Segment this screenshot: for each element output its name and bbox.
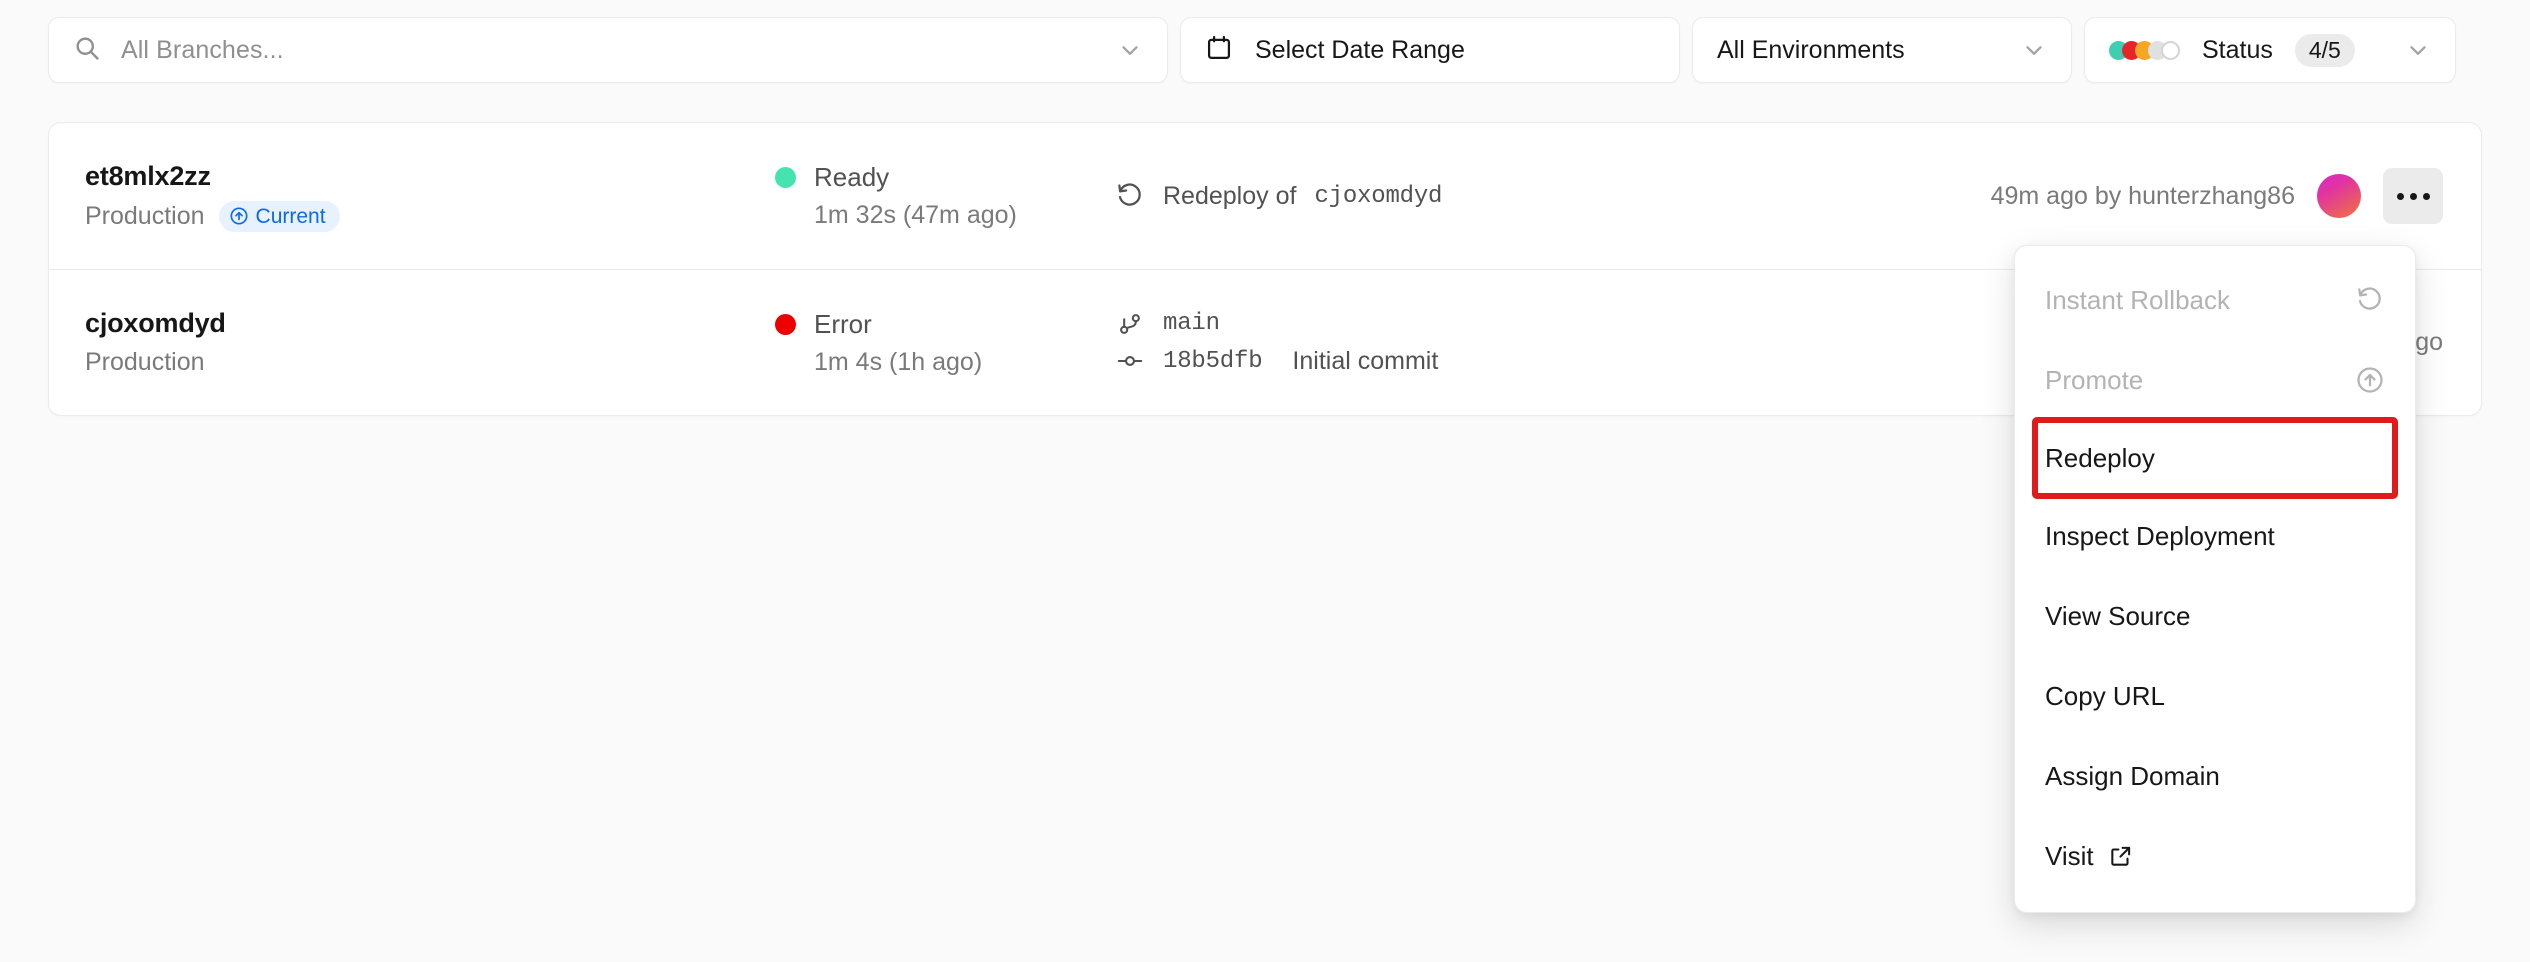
status-label: Status [2202,36,2273,65]
chevron-down-icon [2021,37,2047,63]
chevron-down-icon [1117,37,1143,63]
calendar-icon [1205,34,1233,67]
menu-item-inspect-deployment[interactable]: Inspect Deployment [2015,496,2415,576]
menu-item-copy-url-label: Copy URL [2045,681,2165,712]
deployment-environment: Production [85,348,205,377]
deployment-source: Redeploy of cjoxomdyd [1115,181,1991,211]
branches-filter-placeholder: All Branches... [121,36,284,65]
menu-item-inspect-deployment-label: Inspect Deployment [2045,521,2275,552]
git-commit-message: Initial commit [1292,347,1438,376]
menu-item-assign-domain-label: Assign Domain [2045,761,2220,792]
menu-item-promote: Promote [2015,340,2415,420]
menu-item-redeploy-label: Redeploy [2045,443,2155,474]
branches-filter-left: All Branches... [73,34,284,67]
menu-item-view-source-label: View Source [2045,601,2191,632]
deployment-subline: Production Current [85,201,775,232]
deployment-state: Error [775,309,1115,340]
deployment-name[interactable]: et8mlx2zz [85,161,775,192]
deployment-environment: Production [85,202,205,231]
filter-bar: All Branches... Select Date Range All En… [48,17,2456,83]
git-commit-hash: 18b5dfb [1163,348,1262,375]
deployment-name[interactable]: cjoxomdyd [85,308,775,339]
menu-item-copy-url[interactable]: Copy URL [2015,656,2415,736]
deployment-state: Ready [775,162,1115,193]
date-range-label: Select Date Range [1255,36,1465,65]
menu-item-visit-label: Visit [2045,841,2094,872]
menu-item-instant-rollback: Instant Rollback [2015,260,2415,340]
status-badge-label: Current [256,206,326,227]
environments-filter[interactable]: All Environments [1692,17,2072,83]
deployments-page: All Branches... Select Date Range All En… [0,0,2530,962]
status-filter[interactable]: Status 4/5 [2084,17,2456,83]
deployment-status: Ready 1m 32s (47m ago) [775,162,1115,230]
environments-label: All Environments [1717,36,1905,65]
status-dots-icon [2109,41,2180,60]
menu-item-view-source[interactable]: View Source [2015,576,2415,656]
menu-item-redeploy[interactable]: Redeploy [2035,420,2395,496]
arrow-up-circle-icon [229,206,249,226]
deployment-identity: cjoxomdyd Production [85,308,775,377]
status-count-badge: 4/5 [2295,34,2355,67]
menu-item-promote-label: Promote [2045,365,2143,396]
status-dot-icon [775,314,796,335]
menu-item-assign-domain[interactable]: Assign Domain [2015,736,2415,816]
menu-item-visit[interactable]: Visit [2015,816,2415,896]
git-branch-icon [1115,310,1145,338]
deployment-state-label: Error [814,309,872,340]
redeploy-source-ref: cjoxomdyd [1314,183,1442,210]
menu-item-instant-rollback-label: Instant Rollback [2045,285,2230,316]
deployment-duration: 1m 32s (47m ago) [775,201,1115,230]
deployment-identity: et8mlx2zz Production Current [85,161,775,232]
branches-filter[interactable]: All Branches... [48,17,1168,83]
search-icon [73,34,101,67]
rollback-icon [2355,285,2385,315]
deployment-state-label: Ready [814,162,889,193]
deployment-meta: 49m ago by hunterzhang86 [1991,168,2443,224]
deployment-subline: Production [85,348,775,377]
status-badge: Current [219,201,340,232]
deployment-timestamp: 49m ago by hunterzhang86 [1991,182,2295,211]
status-dot-icon [775,167,796,188]
row-actions-button[interactable] [2383,168,2443,224]
redeploy-prefix: Redeploy of [1163,182,1296,211]
external-link-icon [2108,843,2134,869]
git-commit-icon [1115,347,1145,375]
chevron-down-icon [2405,37,2431,63]
menu-item-visit-label-wrap: Visit [2045,841,2134,872]
redeploy-source: Redeploy of cjoxomdyd [1115,181,1991,211]
deployment-status: Error 1m 4s (1h ago) [775,309,1115,377]
deployment-duration: 1m 4s (1h ago) [775,348,1115,377]
row-actions-menu: Instant Rollback Promote Redeploy Inspec… [2014,245,2416,913]
git-branch-name: main [1163,310,1220,337]
status-filter-left: Status 4/5 [2109,34,2355,67]
redeploy-icon [1115,181,1145,211]
avatar[interactable] [2317,174,2361,218]
date-range-filter[interactable]: Select Date Range [1180,17,1680,83]
promote-icon [2355,365,2385,395]
